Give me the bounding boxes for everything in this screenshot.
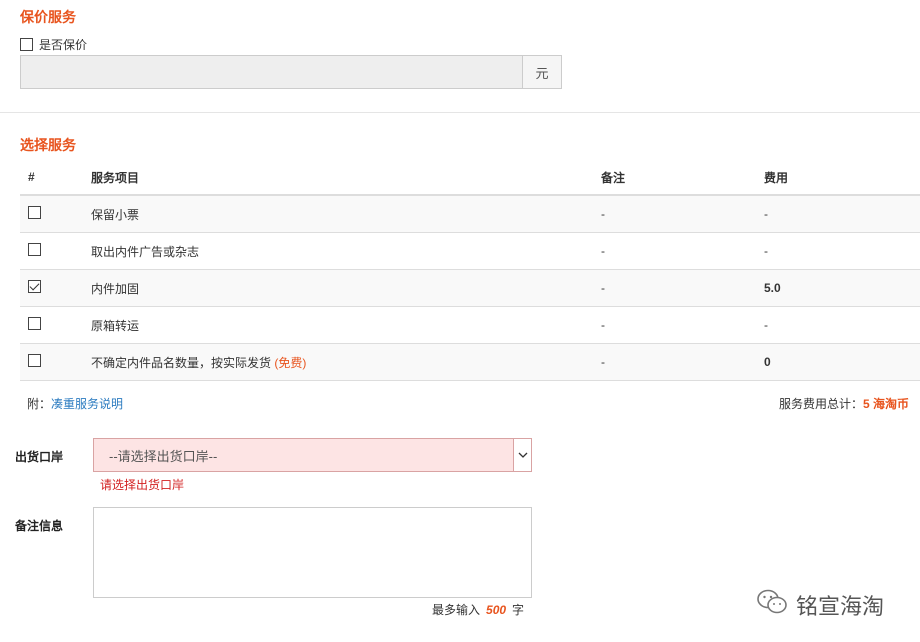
service-name: 取出内件广告或杂志 <box>91 244 200 259</box>
limit-suffix: 字 <box>512 603 525 617</box>
header-fee: 费用 <box>764 170 789 185</box>
service-fee: 0 <box>764 355 771 369</box>
header-note: 备注 <box>601 170 626 185</box>
port-select-value: --请选择出货口岸-- <box>109 448 218 464</box>
service-note: - <box>601 355 605 369</box>
total-label: 服务费用总计： <box>778 397 863 411</box>
service-name: 不确定内件品名数量，按实际发货 <box>91 355 272 370</box>
footer-prefix: 附： <box>27 397 52 411</box>
insure-value-group: 元 <box>20 55 562 89</box>
service-fee: - <box>764 244 768 258</box>
header-index: # <box>28 170 35 184</box>
service-checkbox[interactable] <box>28 354 41 367</box>
table-row[interactable]: 内件加固 - 5.0 <box>20 270 920 307</box>
service-checkbox[interactable] <box>28 206 41 219</box>
service-note: - <box>601 281 605 295</box>
insure-checkbox-label: 是否保价 <box>39 38 88 52</box>
service-name: 保留小票 <box>91 207 140 222</box>
port-select[interactable]: --请选择出货口岸-- <box>93 438 532 472</box>
watermark-text: 铭宣海淘 <box>796 594 885 619</box>
service-table-header: # 服务项目 备注 费用 <box>20 160 920 196</box>
wechat-icon <box>756 588 788 622</box>
service-fee: - <box>764 318 768 332</box>
service-note: - <box>601 207 605 221</box>
service-note-footer: 附：凑重服务说明 <box>27 395 123 412</box>
service-name: 内件加固 <box>91 281 140 296</box>
port-label: 出货口岸 <box>15 450 64 464</box>
insure-title: 保价服务 <box>20 9 76 25</box>
remark-textarea[interactable] <box>93 507 532 598</box>
service-name-group: 不确定内件品名数量，按实际发货 (免费) <box>91 354 306 371</box>
service-fee: 5.0 <box>764 281 781 295</box>
service-checkbox[interactable] <box>28 317 41 330</box>
header-name: 服务项目 <box>91 170 140 185</box>
service-explanation-link[interactable]: 凑重服务说明 <box>51 397 123 411</box>
service-checkbox[interactable] <box>28 243 41 256</box>
remark-limit: 最多输入 500 字 <box>432 601 524 618</box>
section-divider <box>0 112 920 113</box>
services-title: 选择服务 <box>20 137 76 153</box>
insure-value-input[interactable] <box>20 55 522 89</box>
free-tag: (免费) <box>274 355 307 370</box>
insure-checkbox-row[interactable]: 是否保价 <box>20 36 87 53</box>
service-note: - <box>601 318 605 332</box>
limit-value: 500 <box>486 603 507 617</box>
service-table: # 服务项目 备注 费用 保留小票 - - 取出内件广告或杂志 - - 内件加固… <box>20 160 920 381</box>
table-row[interactable]: 原箱转运 - - <box>20 307 920 344</box>
chevron-down-icon[interactable] <box>513 439 531 471</box>
limit-prefix: 最多输入 <box>432 603 481 617</box>
table-row[interactable]: 不确定内件品名数量，按实际发货 (免费) - 0 <box>20 344 920 381</box>
port-error: 请选择出货口岸 <box>100 478 185 492</box>
total-value: 5 海淘币 <box>862 397 909 411</box>
service-name: 原箱转运 <box>91 318 140 333</box>
table-row[interactable]: 取出内件广告或杂志 - - <box>20 233 920 270</box>
watermark: 铭宣海淘 <box>756 588 884 622</box>
service-total: 服务费用总计：5 海淘币 <box>779 395 909 412</box>
insure-unit: 元 <box>522 55 562 89</box>
service-fee: - <box>764 207 768 221</box>
remark-label: 备注信息 <box>15 519 64 533</box>
service-note: - <box>601 244 605 258</box>
table-row[interactable]: 保留小票 - - <box>20 196 920 233</box>
service-checkbox[interactable] <box>28 280 41 293</box>
insure-checkbox[interactable] <box>20 38 33 51</box>
